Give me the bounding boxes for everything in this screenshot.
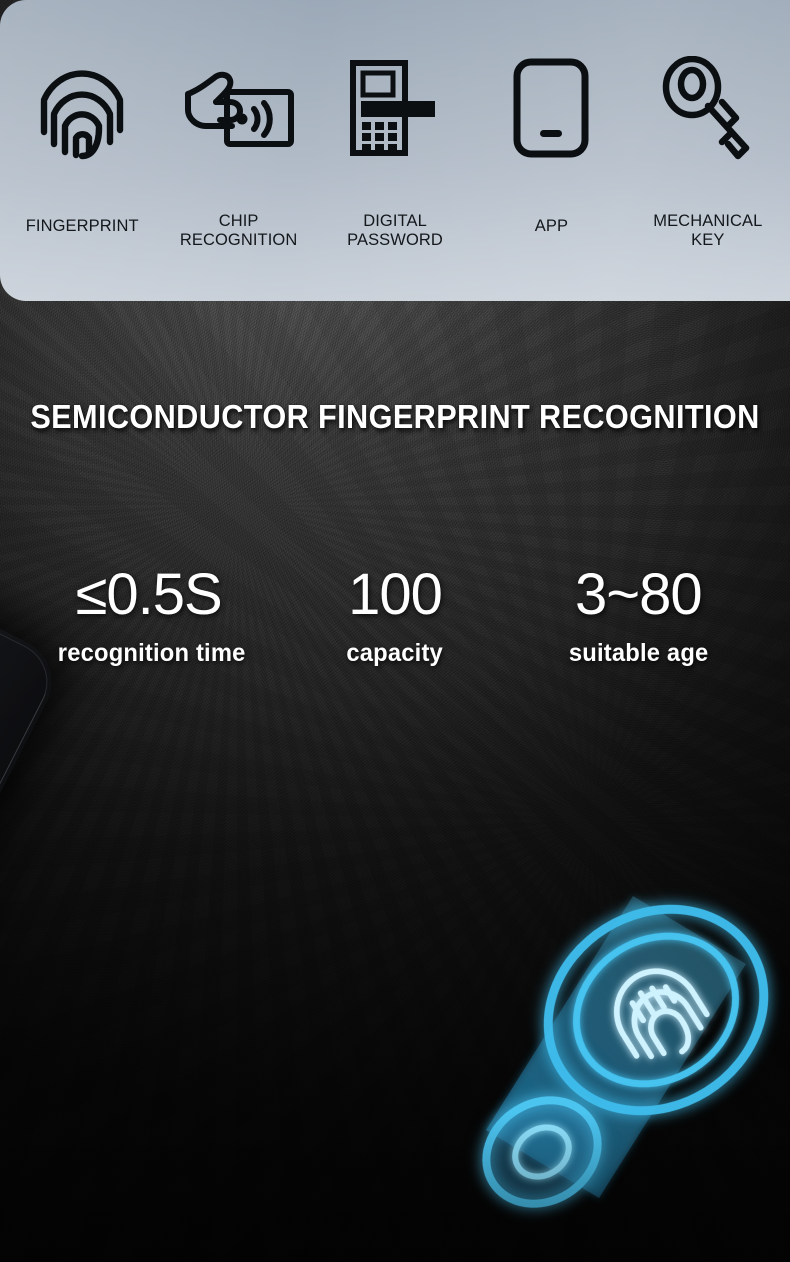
stat-recognition-time: ≤0.5S recognition time: [30, 565, 273, 668]
feature-mechanical-key[interactable]: MECHANICAL KEY: [630, 52, 786, 250]
feature-digital-password[interactable]: DIGITAL PASSWORD: [317, 52, 473, 250]
contactless-card-icon: [180, 52, 298, 164]
stat-value: 100: [348, 562, 443, 627]
smartphone-icon: [512, 52, 590, 164]
feature-label: MECHANICAL KEY: [653, 212, 763, 249]
unlock-methods-banner: FINGERPRINT CHIP RECOGNITION DIGITAL PAS…: [0, 0, 790, 301]
stat-label: capacity: [346, 639, 444, 667]
feature-label: CHIP RECOGNITION: [179, 212, 298, 249]
product-feature-page: 1 2 3 4 5 6 7 8 9 * 0 #: [0, 0, 790, 1262]
stat-label: suitable age: [568, 639, 709, 667]
stat-suitable-age: 3~80 suitable age: [517, 565, 760, 668]
stat-value: ≤0.5S: [75, 562, 223, 627]
feature-label: FINGERPRINT: [25, 217, 139, 235]
stat-label: recognition time: [57, 639, 246, 667]
unlock-methods-list: FINGERPRINT CHIP RECOGNITION DIGITAL PAS…: [0, 0, 790, 301]
feature-fingerprint[interactable]: FINGERPRINT: [4, 52, 160, 236]
feature-label: APP: [534, 217, 569, 235]
stats-row: ≤0.5S recognition time 100 capacity 3~80…: [30, 565, 760, 668]
stat-value: 3~80: [574, 562, 703, 627]
key-icon: [660, 52, 756, 164]
stat-capacity: 100 capacity: [273, 565, 516, 668]
feature-chip-recognition[interactable]: CHIP RECOGNITION: [160, 52, 316, 250]
keypad-lock-icon: [347, 52, 443, 164]
page-title: SEMICONDUCTOR FINGERPRINT RECOGNITION: [30, 398, 760, 435]
fingerprint-icon: [32, 52, 132, 164]
feature-label: DIGITAL PASSWORD: [347, 212, 443, 249]
feature-app[interactable]: APP: [473, 52, 629, 236]
